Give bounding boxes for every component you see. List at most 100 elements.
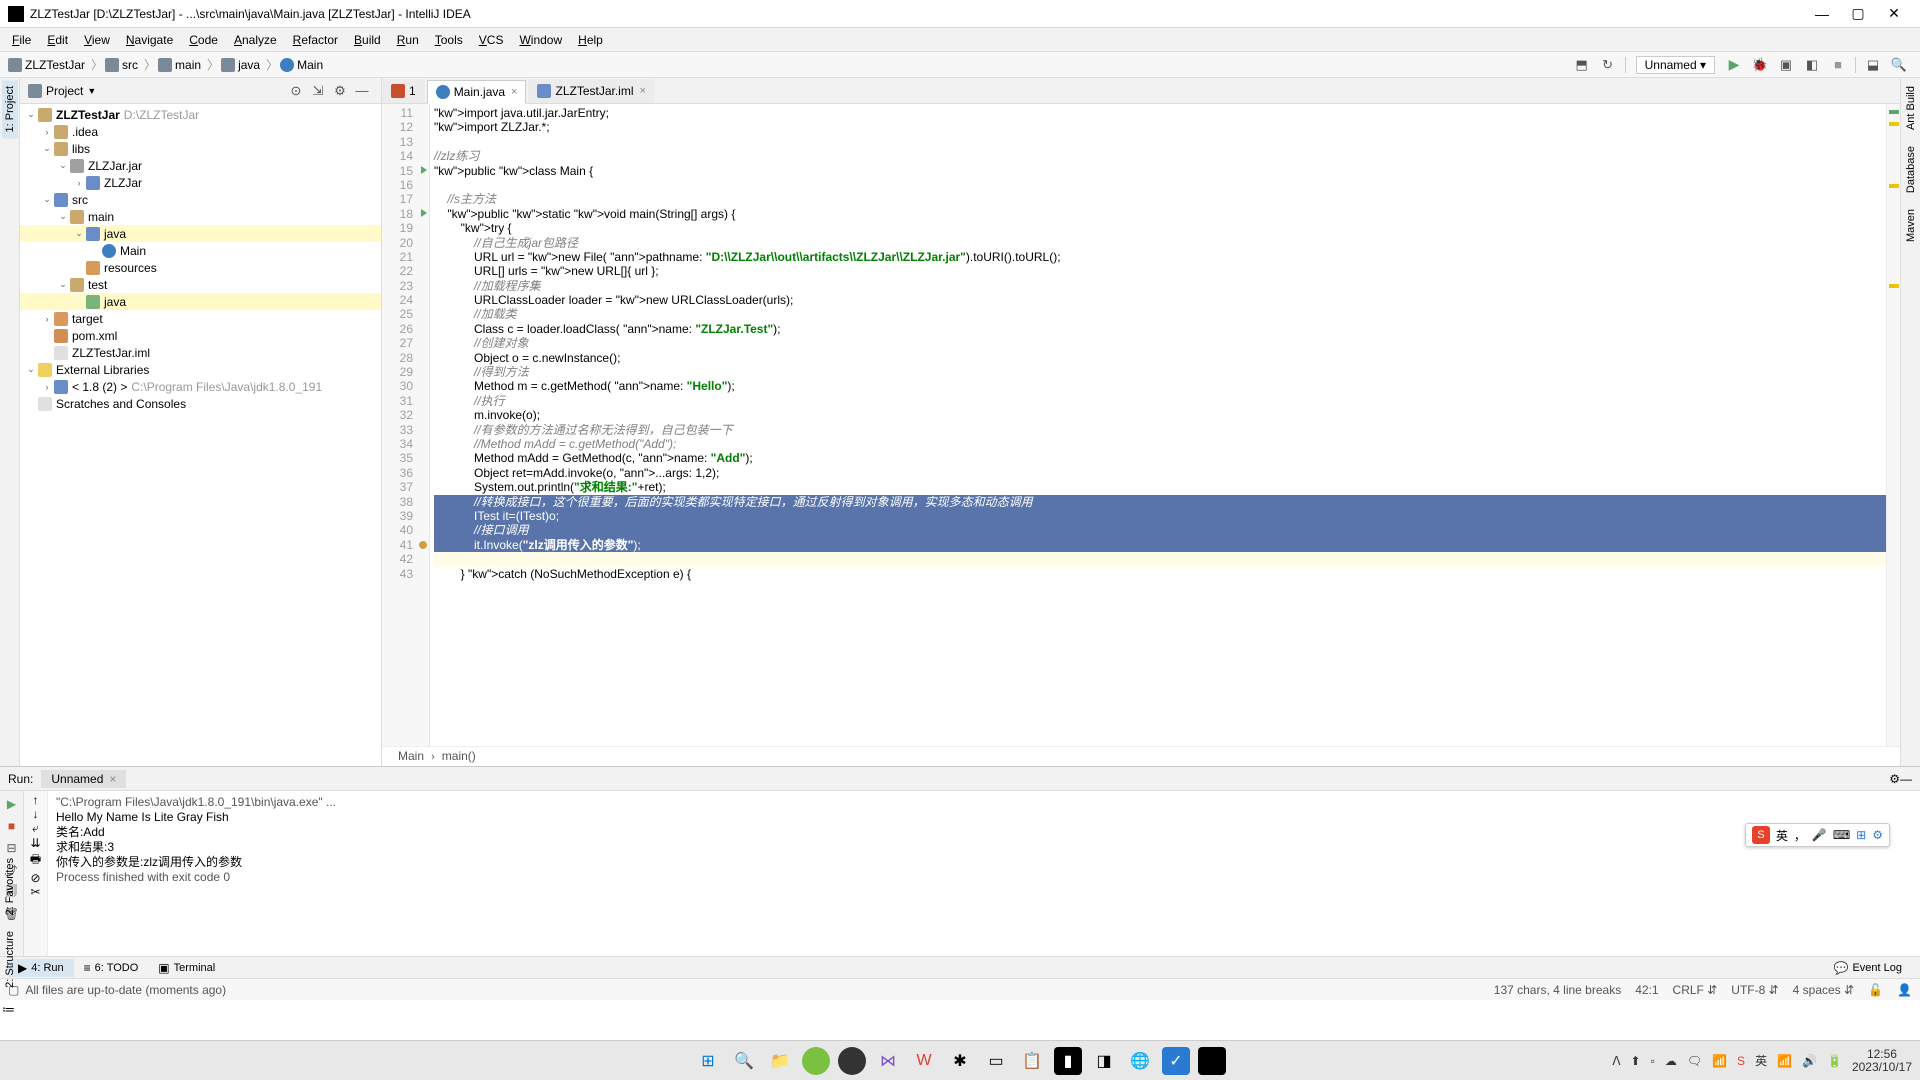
stop-run-button[interactable]: ■ — [3, 817, 21, 835]
tray-volume-icon[interactable]: 🔊 — [1802, 1054, 1817, 1068]
search-icon[interactable]: 🔍 — [730, 1047, 758, 1075]
app-icon-3[interactable]: ✱ — [946, 1047, 974, 1075]
tree-node[interactable]: ›.idea — [20, 123, 381, 140]
menu-view[interactable]: View — [76, 31, 118, 49]
ime-keyboard-icon[interactable]: ⌨ — [1833, 828, 1850, 842]
editor-tab[interactable]: 1 — [382, 79, 425, 103]
rerun-button[interactable]: ▶ — [3, 795, 21, 813]
taskbar[interactable]: ⊞ 🔍 📁 ⋈ W ✱ ▭ 📋 ▮ ◨ 🌐 ✓ ◆ ᐱ ⬆ ▫ ☁ 🗨 📶 S … — [0, 1040, 1920, 1080]
wrap-button[interactable]: ⤶ — [32, 821, 39, 836]
structure-tool-tab[interactable]: 2: Structure — [2, 925, 18, 994]
ime-punct[interactable]: ， — [1794, 827, 1806, 844]
tree-node[interactable]: ⌄test — [20, 276, 381, 293]
database-tool-tab[interactable]: Database — [1903, 140, 1919, 199]
tree-node[interactable]: ›target — [20, 310, 381, 327]
editor-breadcrumb[interactable]: Main › main() — [382, 746, 1900, 766]
profile-button[interactable]: ◧ — [1801, 54, 1823, 76]
tray-wifi-icon[interactable]: 📶 — [1777, 1054, 1792, 1068]
print-button[interactable]: 🖶 — [30, 850, 41, 871]
ime-mic-icon[interactable]: 🎤 — [1812, 828, 1827, 842]
maximize-button[interactable]: ▢ — [1840, 0, 1876, 28]
tray-icon-2[interactable]: ▫ — [1651, 1054, 1655, 1068]
encoding[interactable]: UTF-8 ⇵ — [1731, 983, 1778, 997]
up-button[interactable]: ↑ — [33, 793, 39, 807]
app-icon-2[interactable] — [838, 1047, 866, 1075]
menu-tools[interactable]: Tools — [427, 31, 471, 49]
tray-icon-5[interactable]: 📶 — [1712, 1054, 1727, 1068]
tree-node[interactable]: ⌄ZLZTestJarD:\ZLZTestJar — [20, 106, 381, 123]
event-log-tab[interactable]: 💬Event Log — [1824, 959, 1913, 977]
collapse-button[interactable]: ⇲ — [309, 83, 327, 99]
tree-node[interactable]: ›ZLZJar — [20, 174, 381, 191]
menu-refactor[interactable]: Refactor — [285, 31, 346, 49]
vcs-button[interactable]: ⬓ — [1862, 54, 1884, 76]
tree-node[interactable]: Main — [20, 242, 381, 259]
sync-button[interactable]: ↻ — [1597, 54, 1619, 76]
tree-node[interactable]: ⌄libs — [20, 140, 381, 157]
down-button[interactable]: ↓ — [33, 807, 39, 821]
menu-file[interactable]: File — [4, 31, 39, 49]
close-icon[interactable]: × — [511, 86, 517, 98]
close-button[interactable]: ✕ — [1876, 0, 1912, 28]
app-icon-6[interactable]: ◨ — [1090, 1047, 1118, 1075]
tree-node[interactable]: ›< 1.8 (2) >C:\Program Files\Java\jdk1.8… — [20, 378, 381, 395]
breadcrumb-main[interactable]: main — [158, 58, 201, 72]
code-editor[interactable]: 1112131415161718192021222324252627282930… — [382, 104, 1900, 746]
start-button[interactable]: ⊞ — [694, 1047, 722, 1075]
coverage-button[interactable]: ▣ — [1775, 54, 1797, 76]
tray-chevron-icon[interactable]: ᐱ — [1612, 1054, 1620, 1068]
bottom-tab-6-todo[interactable]: ≡6: TODO — [74, 959, 149, 977]
app-icon-5[interactable]: 📋 — [1018, 1047, 1046, 1075]
filter-button[interactable]: ✂ — [30, 885, 40, 899]
project-tree[interactable]: ⌄ZLZTestJarD:\ZLZTestJar›.idea⌄libs⌄ZLZJ… — [20, 104, 381, 766]
breadcrumb-src[interactable]: src — [105, 58, 138, 72]
terminal-icon[interactable]: ▮ — [1054, 1047, 1082, 1075]
maven-tool-tab[interactable]: Maven — [1903, 203, 1919, 248]
intellij-icon[interactable]: ◆ — [1198, 1047, 1226, 1075]
tree-node[interactable]: java — [20, 293, 381, 310]
sogou-icon[interactable]: S — [1752, 826, 1770, 844]
system-tray[interactable]: ᐱ ⬆ ▫ ☁ 🗨 📶 S 英 📶 🔊 🔋 12:562023/10/17 — [1612, 1048, 1912, 1074]
ime-toolbar[interactable]: S 英 ， 🎤 ⌨ ⊞ ⚙ — [1745, 823, 1890, 847]
tree-node[interactable]: resources — [20, 259, 381, 276]
minimize-button[interactable]: — — [1804, 0, 1840, 28]
menu-run[interactable]: Run — [389, 31, 427, 49]
explorer-icon[interactable]: 📁 — [766, 1047, 794, 1075]
tree-node[interactable]: ⌄ZLZJar.jar — [20, 157, 381, 174]
scroll-button[interactable]: ⇊ — [30, 836, 40, 850]
menu-vcs[interactable]: VCS — [471, 31, 512, 49]
editor-tab[interactable]: ZLZTestJar.iml× — [528, 79, 654, 103]
tray-icon-3[interactable]: ☁ — [1665, 1054, 1677, 1068]
tool-icon[interactable]: ≔ — [2, 1002, 18, 1018]
menu-analyze[interactable]: Analyze — [226, 31, 285, 49]
tree-node[interactable]: pom.xml — [20, 327, 381, 344]
tree-node[interactable]: ⌄src — [20, 191, 381, 208]
run-settings-button[interactable]: ⚙ — [1889, 772, 1900, 786]
run-button[interactable]: ▶ — [1723, 54, 1745, 76]
code-area[interactable]: "kw">import java.util.jar.JarEntry;"kw">… — [430, 104, 1886, 746]
app-icon-7[interactable]: ✓ — [1162, 1047, 1190, 1075]
app-icon-4[interactable]: ▭ — [982, 1047, 1010, 1075]
tray-icon-4[interactable]: 🗨 — [1687, 1054, 1702, 1068]
tree-node[interactable]: ZLZTestJar.iml — [20, 344, 381, 361]
menu-navigate[interactable]: Navigate — [118, 31, 181, 49]
inspector-icon[interactable]: 👤 — [1897, 983, 1912, 997]
debug-button[interactable]: 🐞 — [1749, 54, 1771, 76]
search-button[interactable]: 🔍 — [1888, 54, 1910, 76]
ime-settings-icon[interactable]: ⚙ — [1872, 828, 1883, 842]
favorites-tool-tab[interactable]: 2: Favorites — [2, 852, 18, 921]
menu-build[interactable]: Build — [346, 31, 389, 49]
tree-node[interactable]: ⌄java — [20, 225, 381, 242]
tray-sogou-icon[interactable]: S — [1737, 1054, 1745, 1068]
tray-ime[interactable]: 英 — [1755, 1052, 1767, 1069]
run-tab[interactable]: Unnamed× — [41, 770, 126, 788]
editor-tab[interactable]: Main.java× — [427, 80, 527, 104]
tray-icon-1[interactable]: ⬆ — [1631, 1054, 1641, 1068]
breadcrumb-main[interactable]: Main — [280, 58, 323, 72]
run-config-selector[interactable]: Unnamed ▾ — [1636, 56, 1715, 74]
close-icon[interactable]: × — [109, 772, 116, 786]
tree-node[interactable]: ⌄main — [20, 208, 381, 225]
clock[interactable]: 12:562023/10/17 — [1852, 1048, 1912, 1074]
readonly-icon[interactable]: 🔓 — [1868, 983, 1883, 997]
menu-window[interactable]: Window — [511, 31, 570, 49]
